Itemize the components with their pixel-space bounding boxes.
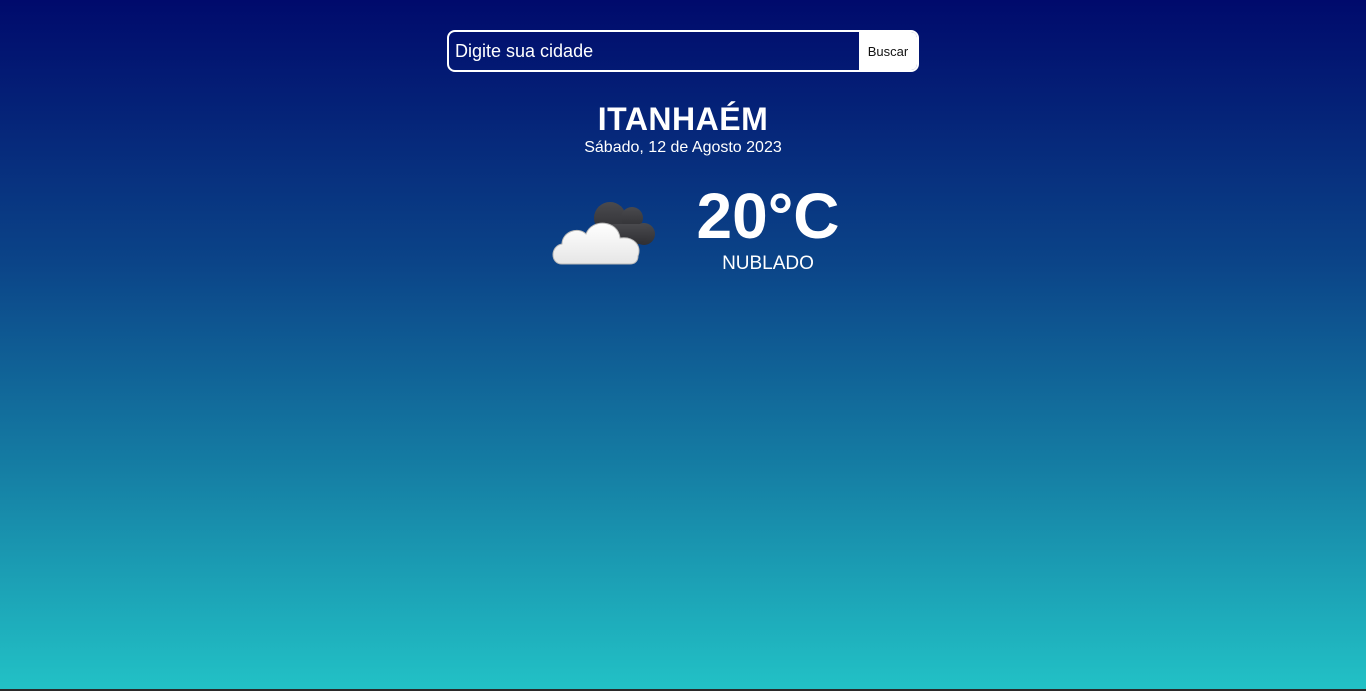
date-text: Sábado, 12 de Agosto 2023 — [584, 139, 782, 156]
weather-condition: NUBLADO — [722, 253, 814, 274]
search-button[interactable]: Buscar — [859, 32, 917, 70]
cloudy-icon — [548, 196, 658, 268]
city-search-input[interactable] — [449, 32, 859, 70]
city-name: ITANHAÉM — [597, 101, 769, 137]
search-bar: Buscar — [447, 30, 919, 72]
temperature-value: 20°C — [696, 180, 840, 252]
